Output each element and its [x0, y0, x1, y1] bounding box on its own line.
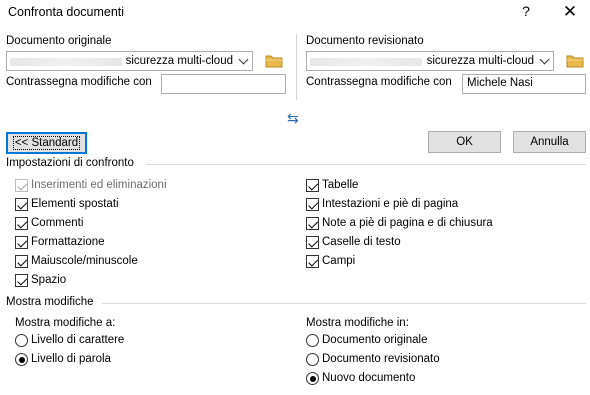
show-changes-at-label: Mostra modifiche a: — [15, 317, 116, 329]
text-boxes-checkbox[interactable] — [306, 236, 319, 249]
revised-document-label: Documento revisionato — [306, 35, 424, 47]
close-button[interactable]: ✕ — [560, 2, 580, 22]
cancel-button[interactable]: Annulla — [513, 131, 586, 153]
case-changes-checkbox[interactable] — [15, 255, 28, 268]
comparison-settings-title: Impostazioni di confronto — [6, 157, 134, 169]
fields-label[interactable]: Campi — [322, 255, 355, 267]
help-button[interactable]: ? — [518, 3, 534, 19]
case-changes-label[interactable]: Maiuscole/minuscole — [31, 255, 138, 267]
character-level-label[interactable]: Livello di carattere — [31, 334, 124, 346]
comments-checkbox[interactable] — [15, 217, 28, 230]
revised-track-input[interactable]: Michele Nasi — [462, 74, 586, 94]
word-level-label[interactable]: Livello di parola — [31, 353, 111, 365]
moved-items-label[interactable]: Elementi spostati — [31, 198, 119, 210]
swap-documents-icon[interactable]: ⇆ — [287, 110, 299, 127]
folder-icon[interactable] — [265, 54, 283, 68]
chevron-down-icon[interactable] — [536, 52, 553, 70]
headers-footers-checkbox[interactable] — [306, 198, 319, 211]
redacted-path — [10, 58, 122, 66]
original-document-combo[interactable]: sicurezza multi-cloud — [6, 51, 253, 71]
ok-button[interactable]: OK — [428, 131, 501, 153]
original-document-value: sicurezza multi-cloud — [125, 55, 233, 67]
folder-icon[interactable] — [566, 54, 584, 68]
standard-button-label: << Standard — [12, 136, 81, 150]
text-boxes-label[interactable]: Caselle di testo — [322, 236, 401, 248]
group-divider — [146, 164, 586, 165]
standard-button[interactable]: << Standard — [6, 132, 87, 154]
new-document-option-label[interactable]: Nuovo documento — [322, 372, 415, 384]
window-title: Confronta documenti — [8, 5, 125, 19]
tables-checkbox[interactable] — [306, 179, 319, 192]
comments-label[interactable]: Commenti — [31, 217, 83, 229]
moved-items-checkbox[interactable] — [15, 198, 28, 211]
insertions-deletions-label: Inserimenti ed eliminazioni — [31, 179, 167, 191]
revised-document-radio[interactable] — [306, 353, 319, 366]
footnotes-endnotes-checkbox[interactable] — [306, 217, 319, 230]
tables-label[interactable]: Tabelle — [322, 179, 358, 191]
group-divider — [102, 303, 586, 304]
original-track-input[interactable] — [161, 74, 286, 94]
insertions-deletions-checkbox — [15, 179, 28, 192]
revised-document-value: sicurezza multi-cloud — [426, 55, 534, 67]
revised-document-option-label[interactable]: Documento revisionato — [322, 353, 440, 365]
white-space-label[interactable]: Spazio — [31, 274, 66, 286]
footnotes-endnotes-label[interactable]: Note a piè di pagina e di chiusura — [322, 217, 493, 229]
new-document-radio[interactable] — [306, 372, 319, 385]
original-document-radio[interactable] — [306, 334, 319, 347]
redacted-path — [310, 58, 422, 66]
word-level-radio[interactable] — [15, 353, 28, 366]
fields-checkbox[interactable] — [306, 255, 319, 268]
white-space-checkbox[interactable] — [15, 274, 28, 287]
revised-track-label: Contrassegna modifiche con — [306, 76, 452, 88]
headers-footers-label[interactable]: Intestazioni e piè di pagina — [322, 198, 458, 210]
vertical-divider — [296, 34, 297, 100]
chevron-down-icon[interactable] — [235, 52, 252, 70]
show-changes-in-label: Mostra modifiche in: — [306, 317, 409, 329]
original-track-label: Contrassegna modifiche con — [6, 76, 152, 88]
formatting-checkbox[interactable] — [15, 236, 28, 249]
show-changes-title: Mostra modifiche — [6, 296, 94, 308]
original-document-label: Documento originale — [6, 35, 112, 47]
formatting-label[interactable]: Formattazione — [31, 236, 105, 248]
revised-document-combo[interactable]: sicurezza multi-cloud — [306, 51, 554, 71]
original-document-option-label[interactable]: Documento originale — [322, 334, 427, 346]
character-level-radio[interactable] — [15, 334, 28, 347]
